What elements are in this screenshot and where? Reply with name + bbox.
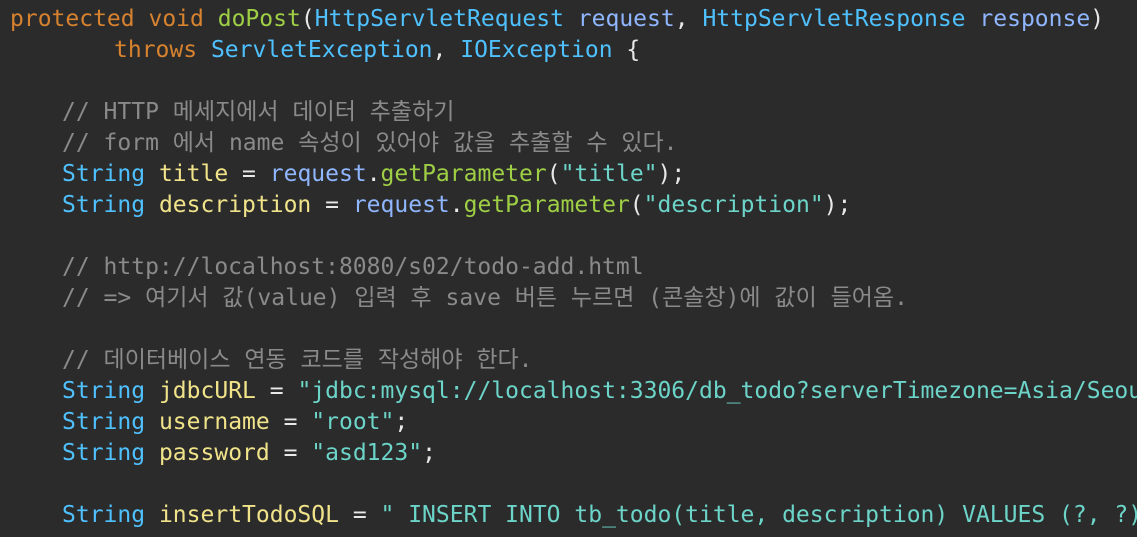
code-token: request [577,6,675,32]
code-token: insertTodoSQL [158,502,339,528]
code-token: ; [394,409,409,435]
code-line[interactable]: String username = "root"; [62,407,408,438]
code-line[interactable]: // http://localhost:8080/s02/todo-add.ht… [62,252,644,283]
code-token: String [62,161,146,187]
code-token: title [158,161,229,187]
code-token: void [148,6,204,32]
code-line[interactable]: // form 에서 name 속성이 있어야 값을 추출할 수 있다. [62,128,678,159]
code-token: request [352,192,450,218]
code-line[interactable]: String title = request.getParameter("tit… [62,159,685,190]
code-token: doPost [217,6,301,32]
code-token: = [269,409,312,435]
code-token: "description" [643,192,824,218]
code-token: = [338,502,381,528]
code-token: { [612,37,641,63]
code-token: // form 에서 name 속성이 있어야 값을 추출할 수 있다. [62,130,678,156]
code-token: "jdbc:mysql://localhost:3306/db_todo?ser… [297,378,1137,404]
code-token: "root" [311,409,395,435]
code-token: throws [114,37,198,63]
code-token: // HTTP 메세지에서 데이터 추출하기 [62,99,455,125]
code-token: " INSERT INTO tb_todo(title, description… [380,502,1137,528]
code-token: = [255,378,298,404]
code-token: request [269,161,367,187]
code-token: , [674,6,703,32]
code-token: IOException [460,37,613,63]
code-token: . [366,161,381,187]
code-token: protected [10,6,135,32]
code-token: password [158,440,270,466]
code-line[interactable]: String jdbcURL = "jdbc:mysql://localhost… [62,376,1137,407]
code-token: ( [629,192,644,218]
code-token: "asd123" [311,440,423,466]
code-token: jdbcURL [158,378,256,404]
code-line[interactable]: String insertTodoSQL = " INSERT INTO tb_… [62,500,1137,531]
code-token: "title" [560,161,658,187]
code-token: ); [657,161,686,187]
code-token: ; [422,440,436,466]
code-line[interactable]: // 데이터베이스 연동 코드를 작성해야 한다. [62,345,533,376]
code-token: = [228,161,270,187]
code-token: HttpServletResponse [702,6,966,32]
code-line[interactable]: String description = request.getParamete… [62,190,851,221]
code-token: HttpServletRequest [314,6,564,32]
code-editor[interactable]: protected void doPost(HttpServletRequest… [0,0,1137,537]
code-token: String [62,192,146,218]
code-token: String [62,409,146,435]
code-token: = [311,192,353,218]
code-line[interactable]: protected void doPost(HttpServletRequest… [10,4,1104,35]
code-token: ) [1090,6,1105,32]
code-token: // => 여기서 값(value) 입력 후 save 버튼 누르면 (콘솔창… [62,285,908,311]
code-line[interactable]: // HTTP 메세지에서 데이터 추출하기 [62,97,454,128]
code-token: ServletException [210,37,433,63]
code-line[interactable]: // => 여기서 값(value) 입력 후 save 버튼 누르면 (콘솔창… [62,283,908,314]
code-token: ( [546,161,561,187]
code-token: , [432,37,461,63]
code-line[interactable]: String password = "asd123"; [62,438,436,469]
code-token: String [62,440,146,466]
code-token: String [62,502,146,528]
code-token: ); [823,192,852,218]
code-token: // http://localhost:8080/s02/todo-add.ht… [62,254,644,280]
code-token: // 데이터베이스 연동 코드를 작성해야 한다. [62,347,533,373]
code-token: ( [300,6,315,32]
code-token: String [62,378,146,404]
code-line[interactable]: throws ServletException, IOException { [114,35,640,66]
code-token: = [269,440,312,466]
code-token: description [158,192,312,218]
code-token: getParameter [463,192,630,218]
code-token: username [158,409,270,435]
code-token: response [979,6,1091,32]
code-token: . [449,192,464,218]
code-token: getParameter [380,161,547,187]
